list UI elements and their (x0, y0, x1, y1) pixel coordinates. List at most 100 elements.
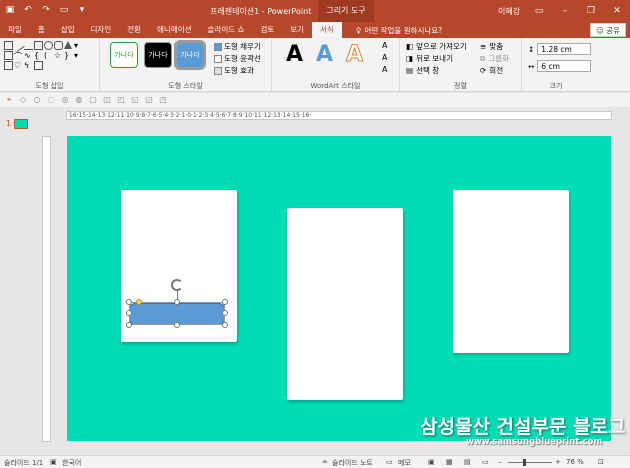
shape-rectangle-icon[interactable] (34, 41, 43, 50)
reading-view-icon[interactable]: ▤ (464, 458, 471, 466)
shape-close-brace-icon[interactable]: } (64, 51, 73, 60)
zoom-level[interactable]: 76 % (566, 458, 584, 466)
shape-arrow-icon[interactable] (24, 41, 33, 50)
style-sample-dark[interactable]: 가나다 (144, 42, 172, 68)
resize-handle-top-right[interactable] (222, 299, 228, 305)
tab-home[interactable]: 홈 (30, 22, 53, 38)
zoom-slider-thumb[interactable] (523, 459, 527, 466)
slide-sorter-icon[interactable]: ▦ (446, 458, 453, 466)
rotate-button[interactable]: ⟳ 회전 (480, 65, 503, 76)
tab-transitions[interactable]: 전환 (119, 22, 149, 38)
shape-outline-button[interactable]: 도형 윤곽선 (214, 53, 261, 64)
wordart-blue[interactable]: A (316, 42, 333, 67)
save-icon[interactable]: ▣ (4, 4, 16, 16)
style-sample-outline[interactable]: 가나다 (110, 42, 138, 68)
resize-handle-bottom[interactable] (174, 322, 180, 328)
align-button[interactable]: ≡ 맞춤 (480, 41, 503, 52)
comments-button[interactable]: 메모 (398, 458, 411, 468)
height-input[interactable]: 1.28 cm (537, 43, 592, 55)
tab-insert[interactable]: 삽입 (53, 22, 83, 38)
normal-view-icon[interactable]: ▣ (428, 458, 435, 466)
notes-button[interactable]: 슬라이드 노트 (332, 458, 373, 468)
tab-animations[interactable]: 애니메이션 (149, 22, 200, 38)
resize-handle-left[interactable] (126, 310, 132, 316)
tool-icon-8[interactable]: ◫ (102, 95, 112, 105)
tool-icon-9[interactable]: ◰ (116, 95, 126, 105)
style-sample-blue[interactable]: 가나다 (174, 40, 206, 70)
tab-slideshow[interactable]: 슬라이드 쇼 (200, 22, 253, 38)
tab-design[interactable]: 디자인 (83, 22, 120, 38)
redo-icon[interactable]: ↷ (40, 4, 52, 16)
shape-brace-icon[interactable]: { (34, 51, 43, 60)
rotation-handle-icon[interactable] (171, 279, 183, 291)
tool-icon-4[interactable]: ◌ (46, 95, 56, 105)
shape-textbox-icon[interactable] (4, 41, 13, 50)
send-backward-button[interactable]: ◨ 뒤로 보내기 (406, 53, 453, 64)
shape-bracket-icon[interactable]: ( (44, 51, 53, 60)
wordart-black[interactable]: A (286, 42, 303, 67)
tell-me-box[interactable]: ♀ 어떤 작업을 원하시나요? (356, 25, 442, 36)
shape-pentagon-icon[interactable] (4, 51, 13, 60)
shape-rounded-rect-icon[interactable] (54, 41, 63, 50)
resize-handle-bottom-left[interactable] (126, 322, 132, 328)
tool-icon-10[interactable]: ◱ (130, 95, 140, 105)
text-outline-icon[interactable]: A (382, 53, 387, 62)
start-slideshow-icon[interactable]: ▭ (58, 4, 70, 16)
resize-handle-bottom-right[interactable] (222, 322, 228, 328)
slideshow-view-icon[interactable]: ▭ (482, 458, 489, 466)
shape-heart-icon[interactable]: ♡ (14, 61, 23, 70)
resize-handle-top[interactable] (174, 299, 180, 305)
shape-callout-icon[interactable] (4, 61, 13, 70)
zoom-in-icon[interactable]: + (555, 458, 561, 466)
slide-card-middle[interactable] (287, 208, 403, 400)
tab-view[interactable]: 보기 (282, 22, 312, 38)
width-input[interactable]: 6 cm (537, 60, 592, 72)
slide-card-right[interactable] (453, 190, 569, 353)
shape-expand-icon[interactable]: ▾ (74, 51, 83, 60)
bring-forward-button[interactable]: ◧ 앞으로 가져오기 (406, 41, 467, 52)
group-button[interactable]: ⧉ 그룹화 (480, 53, 509, 64)
tool-icon-3[interactable]: ○ (32, 95, 42, 105)
vertical-ruler[interactable] (42, 136, 51, 442)
shape-chevron-icon[interactable]: ⌒ (14, 51, 23, 61)
shape-line-icon[interactable] (12, 39, 25, 52)
shape-gallery[interactable]: ▾ ⌒ ∿ { ( ☆ } ▾ ♡ ϟ (4, 39, 83, 70)
close-icon[interactable]: ✕ (604, 0, 630, 22)
minimize-icon[interactable]: – (552, 0, 578, 22)
tab-format[interactable]: 서식 (312, 22, 342, 38)
tab-file[interactable]: 파일 (0, 22, 30, 38)
tool-icon-5[interactable]: ◎ (60, 95, 70, 105)
shape-oval-icon[interactable] (44, 41, 53, 50)
tool-icon-12[interactable]: ◳ (158, 95, 168, 105)
text-fill-icon[interactable]: A (382, 41, 387, 50)
ribbon-display-icon[interactable]: ▭ (526, 0, 552, 22)
undo-icon[interactable]: ↶ (22, 4, 34, 16)
tool-icon-6[interactable]: ◍ (74, 95, 84, 105)
tool-icon-11[interactable]: ◲ (144, 95, 154, 105)
tool-icon-7[interactable]: ▢ (88, 95, 98, 105)
adjustment-handle[interactable] (136, 299, 142, 305)
zoom-out-icon[interactable]: – (498, 458, 502, 466)
shape-effects-button[interactable]: 도형 효과 (214, 65, 254, 76)
user-name[interactable]: 이혜강 (498, 6, 520, 17)
tab-review[interactable]: 검토 (252, 22, 282, 38)
zoom-slider[interactable] (508, 462, 552, 463)
selection-pane-button[interactable]: ▤ 선택 창 (406, 65, 439, 76)
restore-icon[interactable]: ❐ (578, 0, 604, 22)
shape-curve-icon[interactable]: ∿ (24, 51, 33, 60)
shape-tool-icon[interactable]: ⌖ (4, 95, 14, 105)
slide-thumbnail[interactable] (14, 119, 28, 129)
shape-fill-button[interactable]: 도형 채우기 (214, 41, 261, 52)
shape-cube-icon[interactable] (34, 61, 43, 70)
shape-triangle-icon[interactable] (64, 41, 72, 49)
language-indicator[interactable]: 한국어 (62, 458, 81, 468)
resize-handle-top-left[interactable] (126, 299, 132, 305)
shape-more-icon[interactable]: ▾ (74, 41, 83, 50)
spellcheck-icon[interactable]: ▣ (50, 458, 57, 466)
customize-icon[interactable]: ▾ (76, 4, 88, 16)
horizontal-ruler[interactable]: ·16·15·14·13·12·11·10·9·8·7·6·5·4·3·2·1·… (66, 111, 612, 120)
shape-star-icon[interactable]: ☆ (54, 51, 63, 60)
tool-icon-2[interactable]: ◇ (18, 95, 28, 105)
text-effects-icon[interactable]: A (382, 65, 387, 74)
wordart-orange-outline[interactable]: A (345, 42, 363, 68)
